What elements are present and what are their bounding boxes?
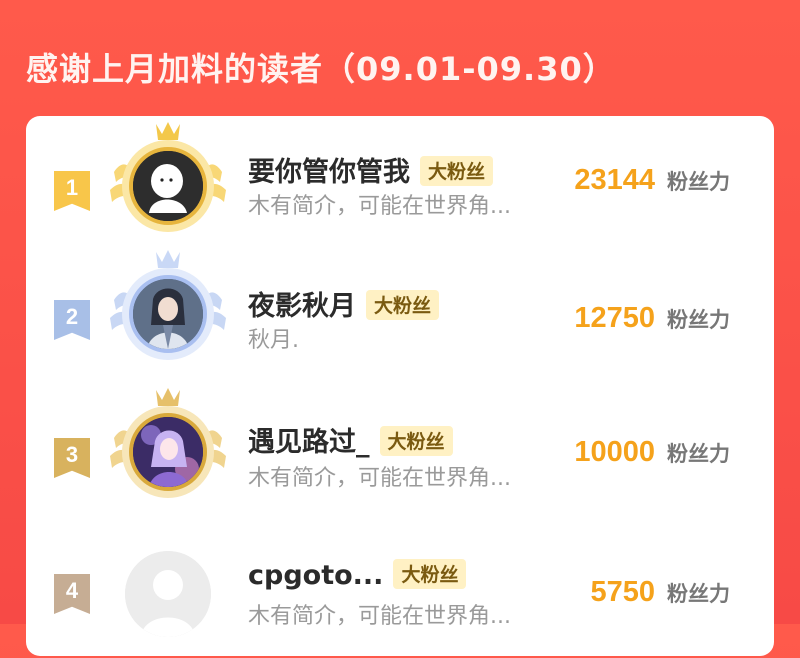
fan-level-badge: 大粉丝 (393, 558, 467, 589)
fan-power: 23144 粉丝力 (574, 164, 730, 197)
user-intro: 秋月. (248, 328, 299, 353)
user-name: cpgoto... 大粉丝 (248, 558, 467, 592)
avatar-image (133, 279, 203, 349)
leaderboard-row-4[interactable]: 4 cpgoto... 大粉丝 木有简介，可能在世界角... 5750 粉丝力 (26, 538, 774, 658)
user-intro: 木有简介，可能在世界角... (248, 194, 511, 219)
user-name-text: 遇见路过_ (248, 427, 370, 458)
fan-level-badge: 大粉丝 (379, 425, 453, 456)
user-name: 夜影秋月 大粉丝 (248, 284, 440, 323)
user-name-text: 要你管你管我 (248, 157, 410, 188)
fan-power-value: 23144 (574, 164, 655, 196)
fan-power-value: 12750 (574, 302, 655, 334)
leaderboard-card: 1 要你管你管我 大粉丝 木有简介，可能在世界角... 23144 粉丝力 2 … (26, 116, 774, 656)
fan-power-unit: 粉丝力 (667, 170, 730, 194)
fan-level-badge: 大粉丝 (420, 155, 494, 186)
user-avatar[interactable] (129, 413, 207, 491)
fan-power: 5750 粉丝力 (590, 576, 730, 609)
page-title: 感谢上月加料的读者（09.01-09.30） (26, 50, 616, 88)
avatar-frame (108, 526, 228, 646)
user-intro: 木有简介，可能在世界角... (248, 604, 511, 629)
user-name-text: cpgoto... (248, 560, 384, 591)
fan-power-unit: 粉丝力 (667, 582, 730, 606)
rank-badge: 1 (54, 171, 90, 211)
avatar-frame-gold (108, 120, 228, 240)
user-name: 遇见路过_ 大粉丝 (248, 420, 453, 459)
default-avatar-icon (125, 551, 211, 637)
user-name-text: 夜影秋月 (248, 291, 356, 322)
avatar-frame-silver (108, 248, 228, 368)
avatar-frame-bronze (108, 386, 228, 506)
page: 感谢上月加料的读者（09.01-09.30） 1 要你管你管我 大粉丝 木有简介… (0, 0, 800, 656)
user-name: 要你管你管我 大粉丝 (248, 150, 494, 189)
fan-power: 12750 粉丝力 (574, 302, 730, 335)
leaderboard-row-3[interactable]: 3 遇见路过_ 大粉丝 木有简介，可能在世界角... 10000 粉丝力 (26, 388, 774, 518)
fan-level-badge: 大粉丝 (366, 289, 440, 320)
rank-badge: 4 (54, 574, 90, 614)
fan-power-unit: 粉丝力 (667, 442, 730, 466)
user-intro: 木有简介，可能在世界角... (248, 466, 511, 491)
user-avatar[interactable] (129, 275, 207, 353)
avatar-image (133, 417, 203, 487)
user-avatar[interactable] (129, 147, 207, 225)
leaderboard-row-2[interactable]: 2 夜影秋月 大粉丝 秋月. 12750 粉丝力 (26, 250, 774, 382)
fan-power: 10000 粉丝力 (574, 436, 730, 469)
leaderboard-row-1[interactable]: 1 要你管你管我 大粉丝 木有简介，可能在世界角... 23144 粉丝力 (26, 122, 774, 246)
rank-badge: 3 (54, 438, 90, 478)
fan-power-value: 10000 (574, 436, 655, 468)
fan-power-value: 5750 (590, 576, 655, 608)
rank-badge: 2 (54, 300, 90, 340)
avatar-image (133, 151, 203, 221)
fan-power-unit: 粉丝力 (667, 308, 730, 332)
user-avatar[interactable] (125, 551, 211, 637)
